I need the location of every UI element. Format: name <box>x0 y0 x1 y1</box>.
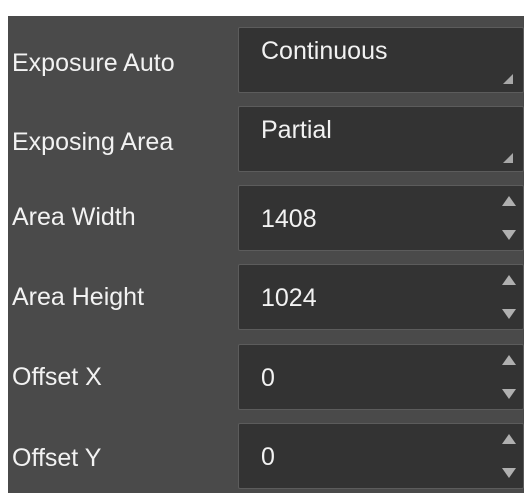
offset-y-value: 0 <box>261 443 275 471</box>
spin-down-icon[interactable] <box>502 468 516 478</box>
spin-up-icon[interactable] <box>502 434 516 444</box>
spin-down-icon[interactable] <box>502 309 516 319</box>
area-width-label: Area Width <box>12 203 136 231</box>
exposing-area-value: Partial <box>261 116 332 144</box>
spin-buttons <box>501 353 517 401</box>
camera-properties-panel: Exposure Auto Continuous Exposing Area P… <box>0 0 524 493</box>
exposure-auto-dropdown[interactable]: Continuous <box>238 27 524 93</box>
exposure-auto-value: Continuous <box>261 37 388 65</box>
offset-y-spinbox[interactable]: 0 <box>238 423 524 489</box>
dropdown-corner-icon <box>503 153 513 163</box>
spin-down-icon[interactable] <box>502 389 516 399</box>
offset-y-label: Offset Y <box>12 444 102 472</box>
spin-buttons <box>501 273 517 321</box>
spin-down-icon[interactable] <box>502 230 516 240</box>
spin-up-icon[interactable] <box>502 196 516 206</box>
exposing-area-label: Exposing Area <box>12 128 174 156</box>
dropdown-corner-icon <box>503 74 513 84</box>
offset-x-value: 0 <box>261 364 275 392</box>
area-height-value: 1024 <box>261 284 317 312</box>
spin-buttons <box>501 432 517 480</box>
area-height-spinbox[interactable]: 1024 <box>238 264 524 330</box>
exposure-auto-label: Exposure Auto <box>12 49 175 77</box>
area-width-value: 1408 <box>261 205 317 233</box>
spin-buttons <box>501 194 517 242</box>
spin-up-icon[interactable] <box>502 275 516 285</box>
spin-up-icon[interactable] <box>502 355 516 365</box>
offset-x-spinbox[interactable]: 0 <box>238 344 524 410</box>
area-width-spinbox[interactable]: 1408 <box>238 185 524 251</box>
area-height-label: Area Height <box>12 283 145 311</box>
exposing-area-dropdown[interactable]: Partial <box>238 106 524 172</box>
offset-x-label: Offset X <box>12 363 102 391</box>
